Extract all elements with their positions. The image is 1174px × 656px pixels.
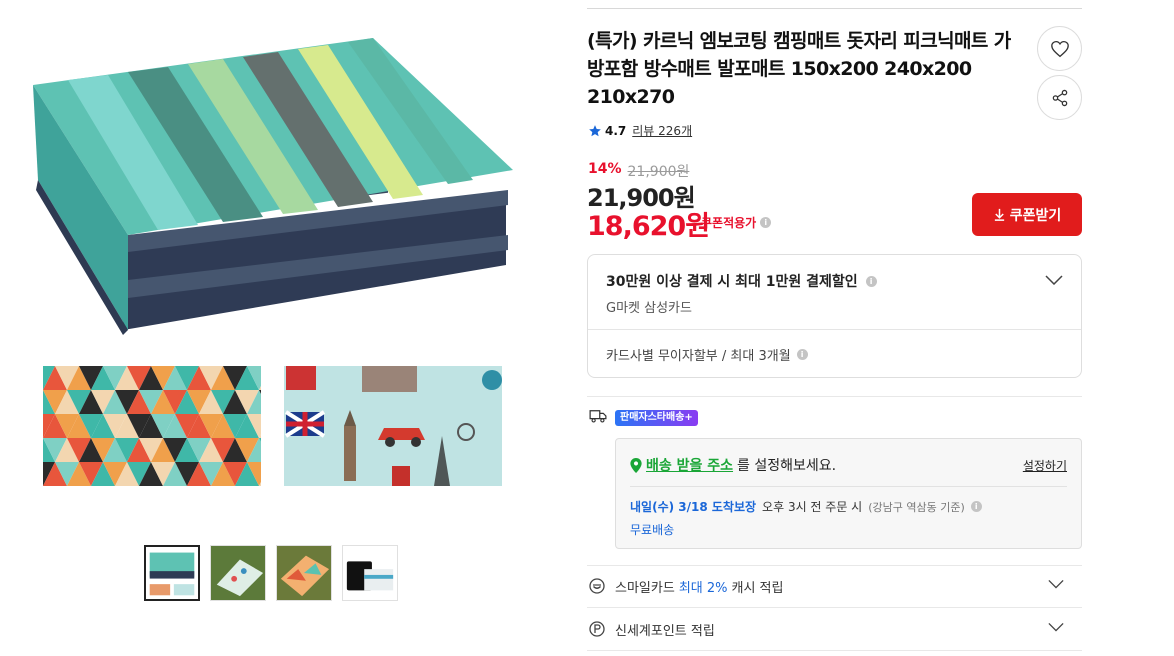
chevron-down-icon[interactable] <box>1045 275 1063 285</box>
get-coupon-button[interactable]: 쿠폰받기 <box>972 193 1082 236</box>
shinsegae-point-label: 신세계포인트 적립 <box>615 623 715 639</box>
card-benefit-box: 30만원 이상 결제 시 최대 1만원 결제할인 i G마켓 삼성카드 카드사별… <box>587 254 1082 378</box>
arrival-date: 내일(수) 3/18 도착보장 <box>630 500 757 514</box>
info-icon[interactable]: i <box>865 275 877 287</box>
product-pattern-london-image <box>284 366 502 486</box>
get-coupon-label: 쿠폰받기 <box>1009 207 1062 224</box>
seller-star-delivery-badge: 판매자스타배송+ <box>615 410 698 426</box>
installment-text: 카드사별 무이자할부 / 최대 3개월 <box>606 349 791 364</box>
smile-card-icon <box>589 578 605 594</box>
smile-card-label: 스마일카드 <box>615 580 675 596</box>
point-icon <box>589 621 605 637</box>
rewards-divider-3 <box>587 650 1082 651</box>
benefit-card-name: G마켓 삼성카드 <box>606 301 692 316</box>
thumbnail-strip <box>144 545 398 601</box>
coupon-price: 18,620원 <box>587 211 710 242</box>
review-count-link[interactable]: 리뷰 226개 <box>632 122 692 139</box>
rewards-divider <box>587 565 1082 566</box>
chevron-down-icon <box>1048 579 1064 589</box>
info-icon[interactable]: i <box>796 349 808 360</box>
delivery-address-box: 배송 받을 주소 를 설정해보세요. 설정하기 내일(수) 3/18 도착보장 … <box>615 438 1082 549</box>
share-icon <box>1052 89 1067 106</box>
benefit-headline-text: 30만원 이상 결제 시 최대 1만원 결제할인 <box>606 274 858 290</box>
arrival-guarantee: 내일(수) 3/18 도착보장 오후 3시 전 주문 시 (강남구 역삼동 기준… <box>630 498 982 515</box>
shinsegae-point-row[interactable]: 신세계포인트 적립 <box>589 617 1080 641</box>
address-prompt-text: 를 설정해보세요. <box>737 458 837 474</box>
rating-score: 4.7 <box>605 123 627 138</box>
benefit-headline: 30만원 이상 결제 시 최대 1만원 결제할인 i <box>606 271 877 291</box>
chevron-down-icon <box>1048 622 1064 632</box>
arrival-area: (강남구 역삼동 기준) <box>868 500 965 514</box>
smilecard-cash-row[interactable]: 스마일카드 최대 2% 캐시 적립 <box>589 574 1080 598</box>
product-pattern-triangles-image <box>43 366 261 486</box>
truck-icon <box>589 410 607 423</box>
coupon-price-note: 쿠폰적용가 i <box>701 214 772 231</box>
thumbnail-3[interactable] <box>276 545 332 601</box>
free-shipping-label: 무료배송 <box>630 523 675 537</box>
rating-summary: 4.7 리뷰 226개 <box>588 122 692 139</box>
set-address-link[interactable]: 설정하기 <box>1023 457 1067 474</box>
location-pin-icon <box>630 457 642 473</box>
smile-card-rate: 최대 2% <box>678 580 728 596</box>
delivery-address-link[interactable]: 배송 받을 주소 <box>646 455 733 475</box>
smile-card-suffix: 캐시 적립 <box>731 580 784 596</box>
product-title: (특가) 카르닉 엠보코팅 캠핑매트 돗자리 피크닉매트 가방포함 방수매트 발… <box>587 30 1011 108</box>
coupon-note-label: 쿠폰적용가 <box>701 216 757 230</box>
thumbnail-4[interactable] <box>342 545 398 601</box>
info-icon[interactable]: i <box>970 501 982 512</box>
product-main-image <box>28 30 518 340</box>
arrival-cutoff: 오후 3시 전 주문 시 <box>762 500 863 514</box>
top-divider <box>587 8 1082 9</box>
address-prompt: 배송 받을 주소 를 설정해보세요. <box>630 455 836 475</box>
download-icon <box>994 208 1004 221</box>
share-button[interactable] <box>1037 75 1082 120</box>
info-icon[interactable]: i <box>760 217 772 228</box>
address-divider <box>630 486 1067 487</box>
heart-icon <box>1050 40 1069 57</box>
wishlist-button[interactable] <box>1037 26 1082 71</box>
star-icon <box>589 124 601 136</box>
benefit-divider <box>588 329 1081 330</box>
thumbnail-2[interactable] <box>210 545 266 601</box>
thumbnail-1[interactable] <box>144 545 200 601</box>
rewards-divider-2 <box>587 607 1082 608</box>
delivery-divider <box>587 396 1082 397</box>
installment-info: 카드사별 무이자할부 / 최대 3개월 i <box>606 345 808 364</box>
